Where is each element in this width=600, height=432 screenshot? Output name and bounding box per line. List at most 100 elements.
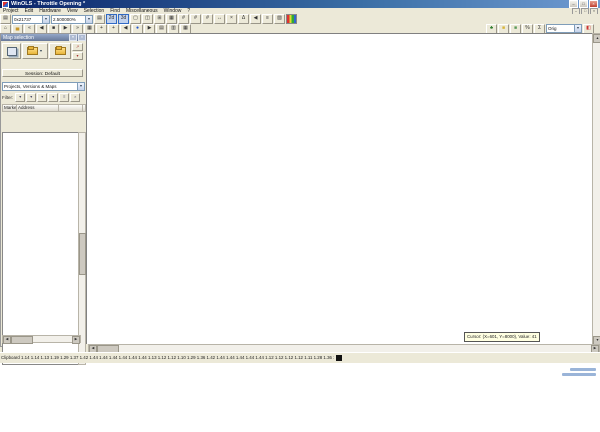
files-icon [6,46,17,56]
filter-button-3[interactable]: ▾ [37,93,48,102]
document-icon[interactable]: ▤ [0,14,11,24]
split-color-icon[interactable]: ◧ [583,23,594,34]
map-3d-view[interactable] [86,33,593,345]
folder-open-icon[interactable]: ▄ [12,23,23,34]
view-3d-button[interactable]: 3d [118,14,129,24]
record-icon[interactable]: ● [132,23,143,34]
surface-plot[interactable] [87,34,593,345]
hash-float-icon[interactable]: # [202,14,213,24]
folder-icon [54,46,66,55]
list-view-icon[interactable]: ≡ [262,14,273,24]
percent-icon[interactable]: % [522,23,533,34]
winols-window: WinOLS - Throttle Opening * – □ × Project E… [0,0,600,365]
version-combo[interactable]: Orig ▼ [546,24,582,33]
chevron-down-icon[interactable]: ▼ [77,83,84,90]
next-map-icon[interactable]: ▶ [60,23,71,34]
filter-button-4[interactable]: ▾ [48,93,59,102]
tree-mode-combo[interactable]: Projects, Versions & Maps ▼ [2,82,85,91]
panel-close-icon[interactable]: × [78,34,86,41]
app-icon [2,0,9,8]
view-tab-strip: ◀ ▶ [86,344,600,354]
value-down-icon[interactable]: ◀ [120,23,131,34]
export-button[interactable]: ↗ [72,43,83,51]
color-scale-icon[interactable] [286,14,297,24]
map-view-2-icon[interactable]: ▥ [168,23,179,34]
scroll-thumb[interactable] [79,233,86,275]
tree-icon[interactable]: ♣ [486,23,497,34]
column-header-marker[interactable]: Marker [3,105,17,111]
tray-text-placeholder [562,373,596,376]
view-text-button[interactable]: ▤ [94,14,105,24]
panel-toolbar: ▼ ↗ ▾ [1,41,87,62]
map-vertical-scrollbar[interactable]: ▲ ▼ [592,33,600,346]
open-version-button[interactable] [49,43,71,59]
chevron-down-icon[interactable]: ▼ [42,15,49,23]
chevron-down-icon[interactable]: ▼ [85,15,92,23]
frame-grid-icon[interactable]: ⊞ [154,14,165,24]
refresh-button[interactable]: ▾ [72,52,83,60]
map-selection-panel: Map selection ▾ × ▼ ↗ ▾ Session: Default… [0,33,88,365]
scroll-left-icon[interactable]: ◀ [3,336,11,344]
pattern-icon[interactable]: ▨ [274,14,285,24]
chevron-down-icon[interactable]: ▼ [574,25,581,32]
stop-icon[interactable]: ■ [48,23,59,34]
toolbar-main: ▤ 0x21737 ▼ 2.500000% ▼ ▤ 2d 3d ▢ ◫ ⊞ ▦ # # # ↔ × Δ ◀… [0,14,600,24]
tree-mode-value: Projects, Versions & Maps [4,84,57,89]
screen: { "window": {"title": "WinOLS - Throttle… [0,0,600,432]
frame-single-icon[interactable]: ▢ [130,14,141,24]
hash-byte-icon[interactable]: # [178,14,189,24]
clipboard-color-icon [336,355,342,361]
difference-icon[interactable]: Δ [238,14,249,24]
scroll-right-icon[interactable]: ▶ [72,336,80,344]
zoom-in-icon[interactable]: + [96,23,107,34]
version-combo-value: Orig [548,26,557,31]
view-2d-button[interactable]: 2d [106,14,117,24]
delete-icon[interactable]: × [226,14,237,24]
chevron-down-icon: ▼ [39,49,43,53]
column-header-sort[interactable] [59,105,83,111]
filter-button-1[interactable]: ▾ [15,93,26,102]
panel-pin-icon[interactable]: ▾ [69,34,77,41]
filter-button-2[interactable]: ▾ [26,93,37,102]
value-up-icon[interactable]: ▶ [144,23,155,34]
filter-button-6[interactable]: × [70,93,81,102]
address-combo-value: 0x21737 [14,16,32,22]
hash-word-icon[interactable]: # [190,14,201,24]
crosshair-icon[interactable]: + [108,23,119,34]
tray-text-placeholder [570,368,596,371]
open-project-button[interactable]: ▼ [22,43,48,59]
filter-row: Filter: ▾ ▾ ▾ ▾ ≡ × [1,91,87,104]
first-map-icon[interactable]: « [24,23,35,34]
map-list [2,132,81,365]
grid-toggle-icon[interactable]: ▦ [84,23,95,34]
filter-label: Filter: [2,95,14,100]
map-view-1-icon[interactable]: ▤ [156,23,167,34]
scroll-up-icon[interactable]: ▲ [593,34,600,43]
zoom-combo[interactable]: 2.500000% ▼ [51,14,93,24]
project-home-icon[interactable]: ⌂ [0,23,11,34]
frame-split-icon[interactable]: ◫ [142,14,153,24]
marker-yellow-icon[interactable]: ■ [498,23,509,34]
clipboard-values: Clipboard 1.14 1.14 1.13 1.19 1.29 1.37 … [1,354,334,360]
folder-icon [27,46,39,55]
list-horizontal-scrollbar[interactable]: ◀ ▶ [2,335,81,344]
sigma-icon[interactable]: Σ [534,23,545,34]
last-map-icon[interactable]: » [72,23,83,34]
panel-title: Map selection [3,34,34,41]
address-combo[interactable]: 0x21737 ▼ [12,14,50,24]
frame-quad-icon[interactable]: ▦ [166,14,177,24]
scroll-thumb[interactable] [11,336,33,344]
status-bar: Clipboard 1.14 1.14 1.13 1.19 1.29 1.37 … [0,352,600,363]
map-view-3-icon[interactable]: ▦ [180,23,191,34]
filter-button-5[interactable]: ≡ [59,93,70,102]
toolbar-secondary: ⌂ ▄ «◀ ■ ▶» ▦ + + ◀ ● ▶ ▤ ▥ ▦ ♣ ■ ■% Σ Orig ▼ ◧ [0,23,600,34]
panel-header[interactable]: Map selection ▾ × [1,34,87,41]
compare-icon[interactable]: ↔ [214,14,225,24]
previous-map-icon[interactable]: ◀ [36,23,47,34]
list-vertical-scrollbar[interactable] [78,132,86,365]
previous-version-icon[interactable]: ◀ [250,14,261,24]
session-button[interactable]: Session: Default [2,69,83,77]
marker-green-icon[interactable]: ■ [510,23,521,34]
import-button[interactable] [2,43,21,59]
column-header-address[interactable]: Address [17,105,59,111]
